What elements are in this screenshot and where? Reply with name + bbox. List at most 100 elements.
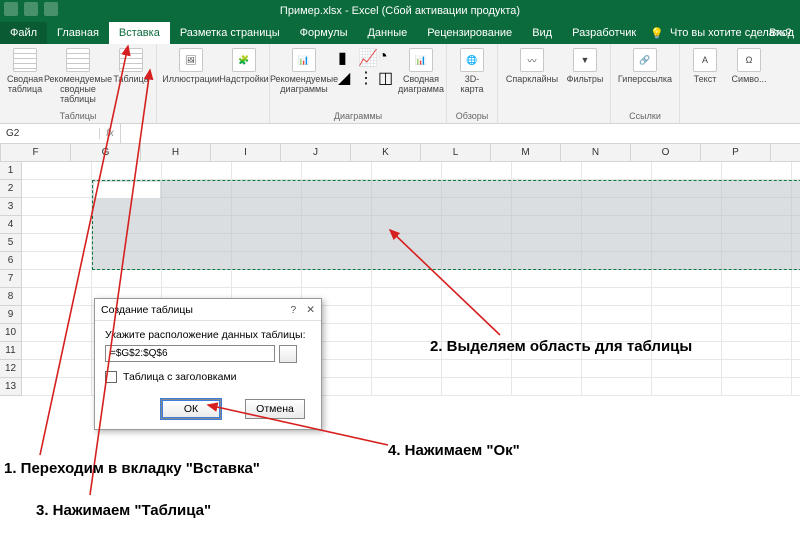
cell[interactable] <box>512 306 582 324</box>
row-header[interactable]: 9 <box>0 306 22 324</box>
signin-link[interactable]: Вход <box>769 22 794 44</box>
recommended-charts-button[interactable]: 📊Рекомендуемые диаграммы <box>276 48 332 94</box>
cell[interactable] <box>722 288 792 306</box>
scatter-chart-icon[interactable]: ⋮ <box>358 68 376 86</box>
cell[interactable] <box>442 378 512 396</box>
dialog-close-button[interactable]: ✕ <box>306 304 315 316</box>
cell[interactable] <box>652 360 722 378</box>
cell[interactable] <box>372 360 442 378</box>
row-header[interactable]: 12 <box>0 360 22 378</box>
cell[interactable] <box>792 162 800 180</box>
cell[interactable] <box>512 288 582 306</box>
headers-checkbox[interactable]: Таблица с заголовками <box>105 371 311 383</box>
row-header[interactable]: 4 <box>0 216 22 234</box>
bar-chart-icon[interactable]: ▮ <box>338 48 356 66</box>
tab-review[interactable]: Рецензирование <box>417 22 522 44</box>
cell[interactable] <box>792 270 800 288</box>
cell[interactable] <box>372 270 442 288</box>
name-box[interactable]: G2 <box>0 128 100 139</box>
cell[interactable] <box>442 360 512 378</box>
text-button[interactable]: AТекст <box>686 48 724 84</box>
cell[interactable] <box>22 216 92 234</box>
col-header[interactable]: P <box>701 144 771 162</box>
cell[interactable] <box>232 162 302 180</box>
col-header[interactable]: N <box>561 144 631 162</box>
tab-home[interactable]: Главная <box>47 22 109 44</box>
cell[interactable] <box>652 288 722 306</box>
cell[interactable] <box>582 288 652 306</box>
sparklines-button[interactable]: 〰Спарклайны <box>504 48 560 84</box>
cell[interactable] <box>582 360 652 378</box>
range-picker-button[interactable] <box>279 345 297 363</box>
tab-data[interactable]: Данные <box>357 22 417 44</box>
cell[interactable] <box>722 306 792 324</box>
cell[interactable] <box>22 198 92 216</box>
ok-button[interactable]: ОК <box>161 399 221 419</box>
cell[interactable] <box>652 162 722 180</box>
col-header[interactable]: Q <box>771 144 800 162</box>
recommended-pivot-button[interactable]: Рекомендуемые сводные таблицы <box>50 48 106 104</box>
cell[interactable] <box>22 270 92 288</box>
illustrations-button[interactable]: 🖼Иллюстрации <box>163 48 219 84</box>
col-header[interactable]: J <box>281 144 351 162</box>
range-input[interactable]: =$G$2:$Q$6 <box>105 345 275 362</box>
cell[interactable] <box>722 324 792 342</box>
cell[interactable] <box>22 162 92 180</box>
row-header[interactable]: 8 <box>0 288 22 306</box>
cell[interactable] <box>22 180 92 198</box>
cell[interactable] <box>22 360 92 378</box>
cell[interactable] <box>722 270 792 288</box>
cell[interactable] <box>162 162 232 180</box>
cell[interactable] <box>372 378 442 396</box>
redo-icon[interactable] <box>44 2 58 16</box>
col-header[interactable]: K <box>351 144 421 162</box>
cell[interactable] <box>512 378 582 396</box>
tab-layout[interactable]: Разметка страницы <box>170 22 290 44</box>
row-header[interactable]: 7 <box>0 270 22 288</box>
cell[interactable] <box>652 306 722 324</box>
cell[interactable] <box>512 270 582 288</box>
tab-file[interactable]: Файл <box>0 22 47 44</box>
cell[interactable] <box>442 288 512 306</box>
table-button[interactable]: Таблица <box>112 48 150 84</box>
cell[interactable] <box>302 162 372 180</box>
cell[interactable] <box>22 324 92 342</box>
row-header[interactable]: 6 <box>0 252 22 270</box>
cancel-button[interactable]: Отмена <box>245 399 305 419</box>
undo-icon[interactable] <box>24 2 38 16</box>
cell[interactable] <box>22 234 92 252</box>
cell[interactable] <box>582 162 652 180</box>
row-header[interactable]: 2 <box>0 180 22 198</box>
cell[interactable] <box>372 162 442 180</box>
row-header[interactable]: 10 <box>0 324 22 342</box>
tab-insert[interactable]: Вставка <box>109 22 170 44</box>
line-chart-icon[interactable]: 📈 <box>358 48 376 66</box>
cell[interactable] <box>722 342 792 360</box>
cell[interactable] <box>722 360 792 378</box>
cell[interactable] <box>792 378 800 396</box>
dialog-help-button[interactable]: ? <box>290 304 296 316</box>
cell[interactable] <box>372 306 442 324</box>
combo-chart-icon[interactable]: ◫ <box>378 68 396 86</box>
cell[interactable] <box>372 288 442 306</box>
cell[interactable] <box>792 306 800 324</box>
cell[interactable] <box>792 324 800 342</box>
tab-developer[interactable]: Разработчик <box>562 22 646 44</box>
cell[interactable] <box>302 270 372 288</box>
col-header[interactable]: G <box>71 144 141 162</box>
cell[interactable] <box>652 378 722 396</box>
map3d-button[interactable]: 🌐3D- карта <box>453 48 491 94</box>
row-header[interactable]: 13 <box>0 378 22 396</box>
col-header[interactable]: H <box>141 144 211 162</box>
formula-input[interactable] <box>120 124 800 143</box>
cell[interactable] <box>792 342 800 360</box>
cell[interactable] <box>722 378 792 396</box>
cell[interactable] <box>92 162 162 180</box>
row-header[interactable]: 3 <box>0 198 22 216</box>
col-header[interactable]: L <box>421 144 491 162</box>
row-header[interactable]: 5 <box>0 234 22 252</box>
cell[interactable] <box>512 360 582 378</box>
hyperlink-button[interactable]: 🔗Гиперссылка <box>617 48 673 84</box>
cell[interactable] <box>22 342 92 360</box>
cell[interactable] <box>722 162 792 180</box>
